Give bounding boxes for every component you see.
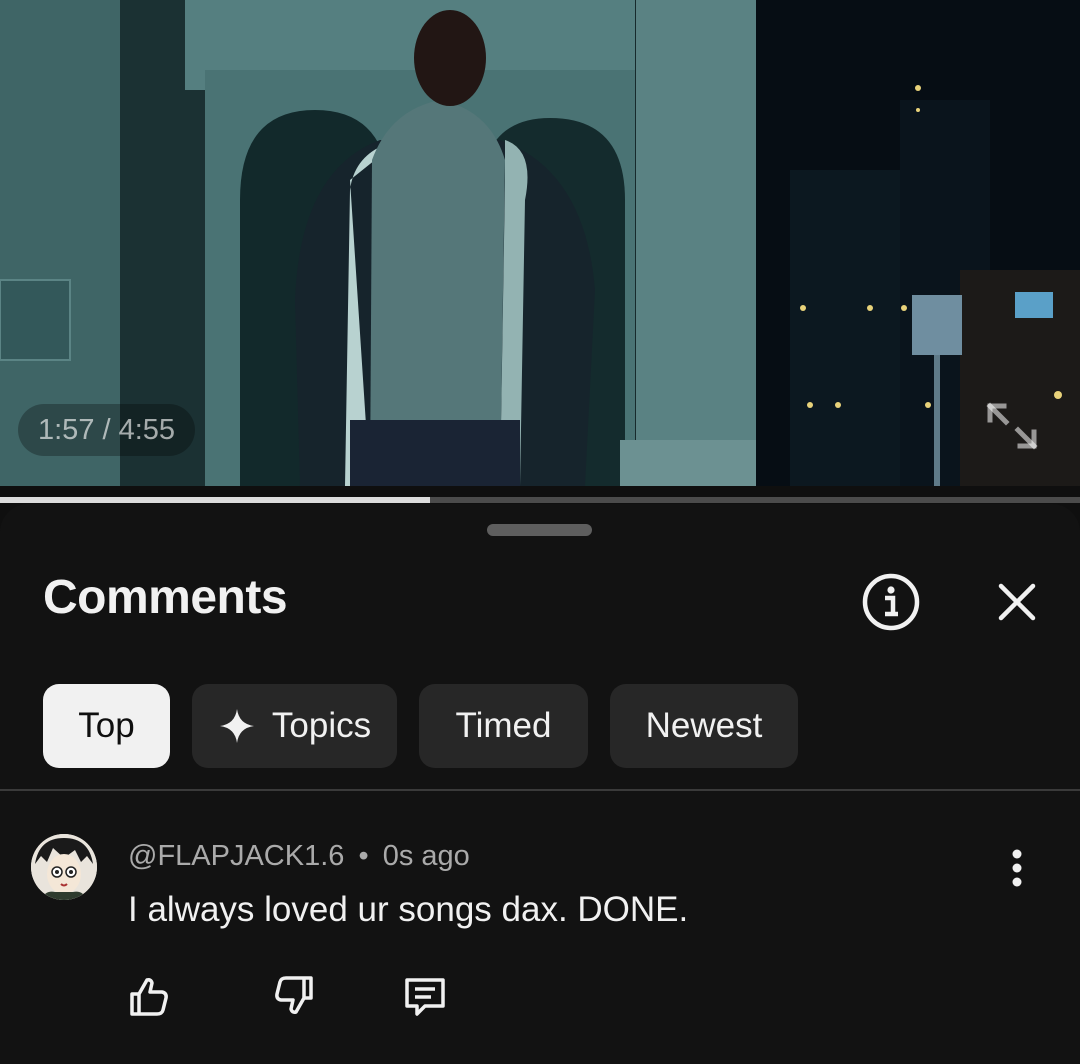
reply-icon[interactable] xyxy=(401,972,449,1020)
comment-author[interactable]: @FLAPJACK1.6 xyxy=(128,840,344,872)
comments-title: Comments xyxy=(43,571,288,624)
like-glyph xyxy=(130,978,168,1016)
more-vertical-icon[interactable] xyxy=(1000,844,1034,892)
meta-separator: • xyxy=(358,840,369,872)
sparkle-icon xyxy=(219,709,254,743)
more-glyph xyxy=(1012,849,1022,887)
fullscreen-glyph xyxy=(986,402,1038,450)
video-player[interactable]: 1:57 / 4:55 xyxy=(0,0,1080,486)
dislike-icon[interactable] xyxy=(271,972,319,1020)
chip-top-label: Top xyxy=(78,706,135,745)
progress-fill xyxy=(0,497,430,503)
close-icon[interactable] xyxy=(993,578,1041,626)
avatar-image xyxy=(31,834,97,900)
comment-item: @FLAPJACK1.6 • 0s ago I always loved ur … xyxy=(0,824,1080,1024)
chip-timed-label: Timed xyxy=(455,706,552,745)
comment-meta: @FLAPJACK1.6 • 0s ago xyxy=(128,840,470,873)
chip-newest-label: Newest xyxy=(645,706,763,745)
reply-glyph xyxy=(405,978,445,1016)
chip-top[interactable]: Top xyxy=(43,684,170,768)
avatar[interactable] xyxy=(31,834,97,900)
progress-bar[interactable] xyxy=(0,497,1080,503)
chip-topics[interactable]: Topics xyxy=(192,684,397,768)
divider xyxy=(0,789,1080,791)
info-glyph xyxy=(862,573,920,631)
chip-timed[interactable]: Timed xyxy=(419,684,588,768)
like-icon[interactable] xyxy=(124,972,172,1020)
comment-timestamp: 0s ago xyxy=(382,840,470,872)
chip-topics-label: Topics xyxy=(271,706,372,745)
time-display: 1:57 / 4:55 xyxy=(18,404,196,456)
comments-sheet: Comments Top Topics Timed Newest @FLAPJA… xyxy=(0,504,1080,1064)
drag-handle[interactable] xyxy=(487,524,592,536)
comment-text: I always loved ur songs dax. DONE. xyxy=(128,890,689,929)
close-glyph xyxy=(998,583,1036,621)
fullscreen-icon[interactable] xyxy=(984,400,1040,452)
info-icon[interactable] xyxy=(860,571,922,633)
dislike-glyph xyxy=(275,976,313,1014)
chip-newest[interactable]: Newest xyxy=(610,684,798,768)
time-label: 1:57 / 4:55 xyxy=(38,413,176,446)
